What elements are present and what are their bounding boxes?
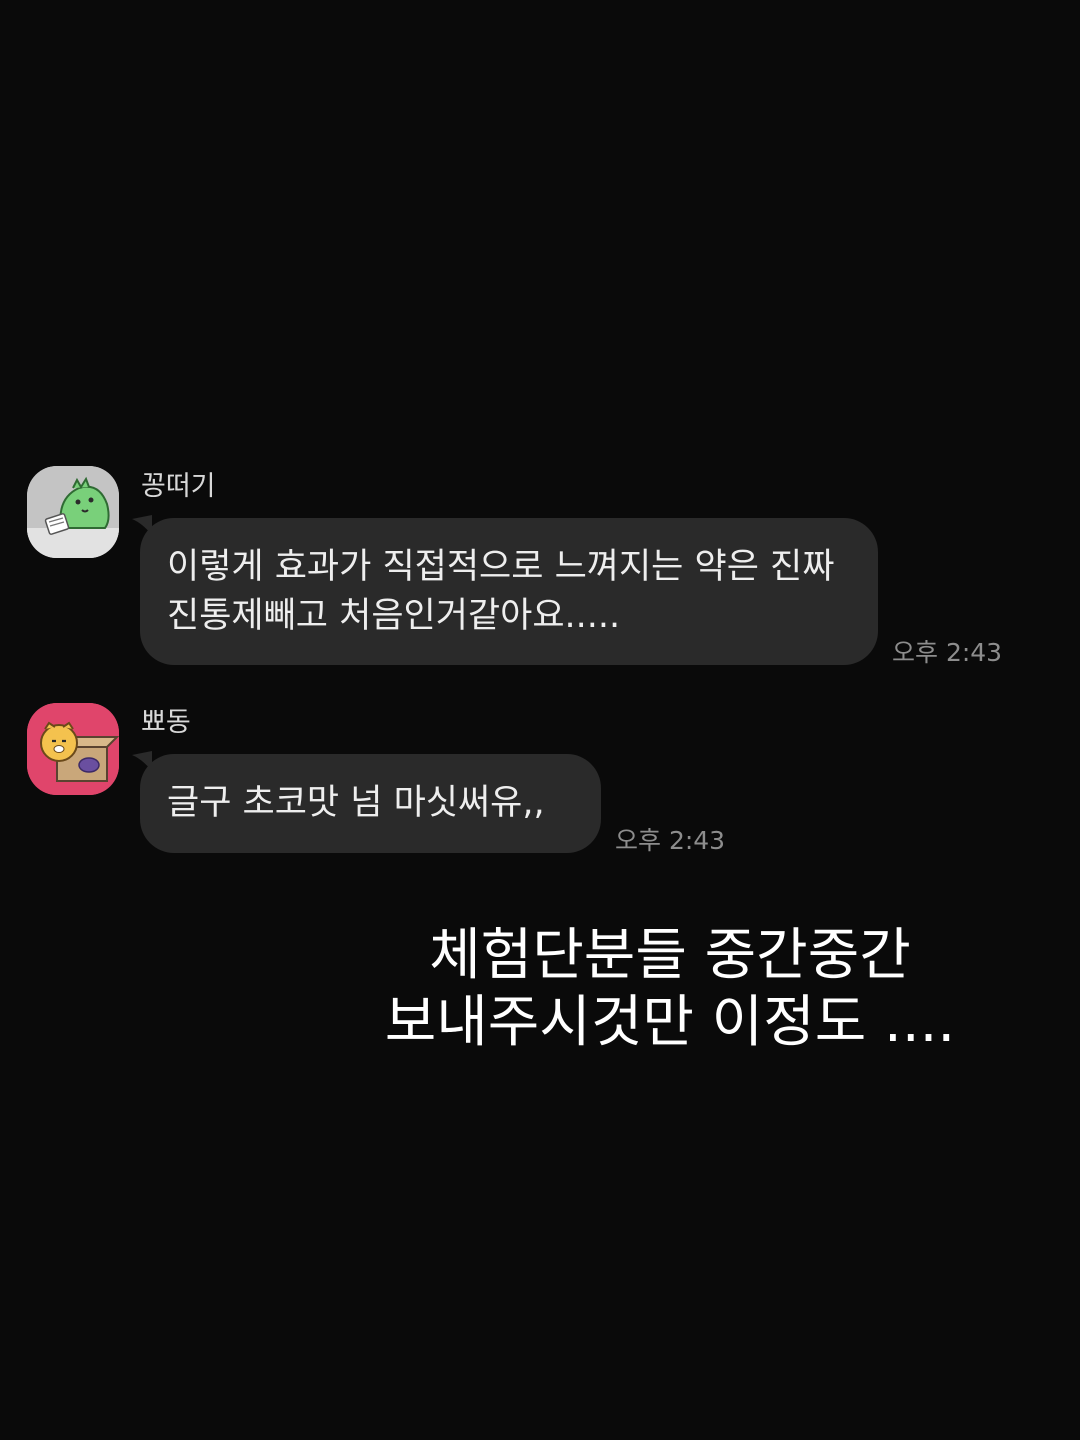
sender-avatar[interactable] [27,703,119,795]
sender-avatar[interactable] [27,466,119,558]
green-dinosaur-sticker-icon [27,466,119,558]
message-time: 오후 2:43 [892,638,1003,667]
caption-line-1: 체험단분들 중간중간 [429,923,911,988]
message-time: 오후 2:43 [615,826,726,855]
message-text: 이렇게 효과가 직접적으로 느껴지는 약은 진짜 진통제빼고 처음인거같아요..… [167,547,835,636]
message-bubble[interactable]: 이렇게 효과가 직접적으로 느껴지는 약은 진짜 진통제빼고 처음인거같아요..… [140,518,878,665]
yellow-lion-in-box-sticker-icon [27,703,119,795]
message-text: 글구 초코맛 넘 마싯써유,, [167,783,545,823]
caption-line-2: 보내주시것만 이정도 .... [384,990,956,1055]
sender-name: 꽁떠기 [141,471,216,502]
message-bubble[interactable]: 글구 초코맛 넘 마싯써유,, [140,754,601,853]
sender-name: 뾰동 [141,707,191,738]
